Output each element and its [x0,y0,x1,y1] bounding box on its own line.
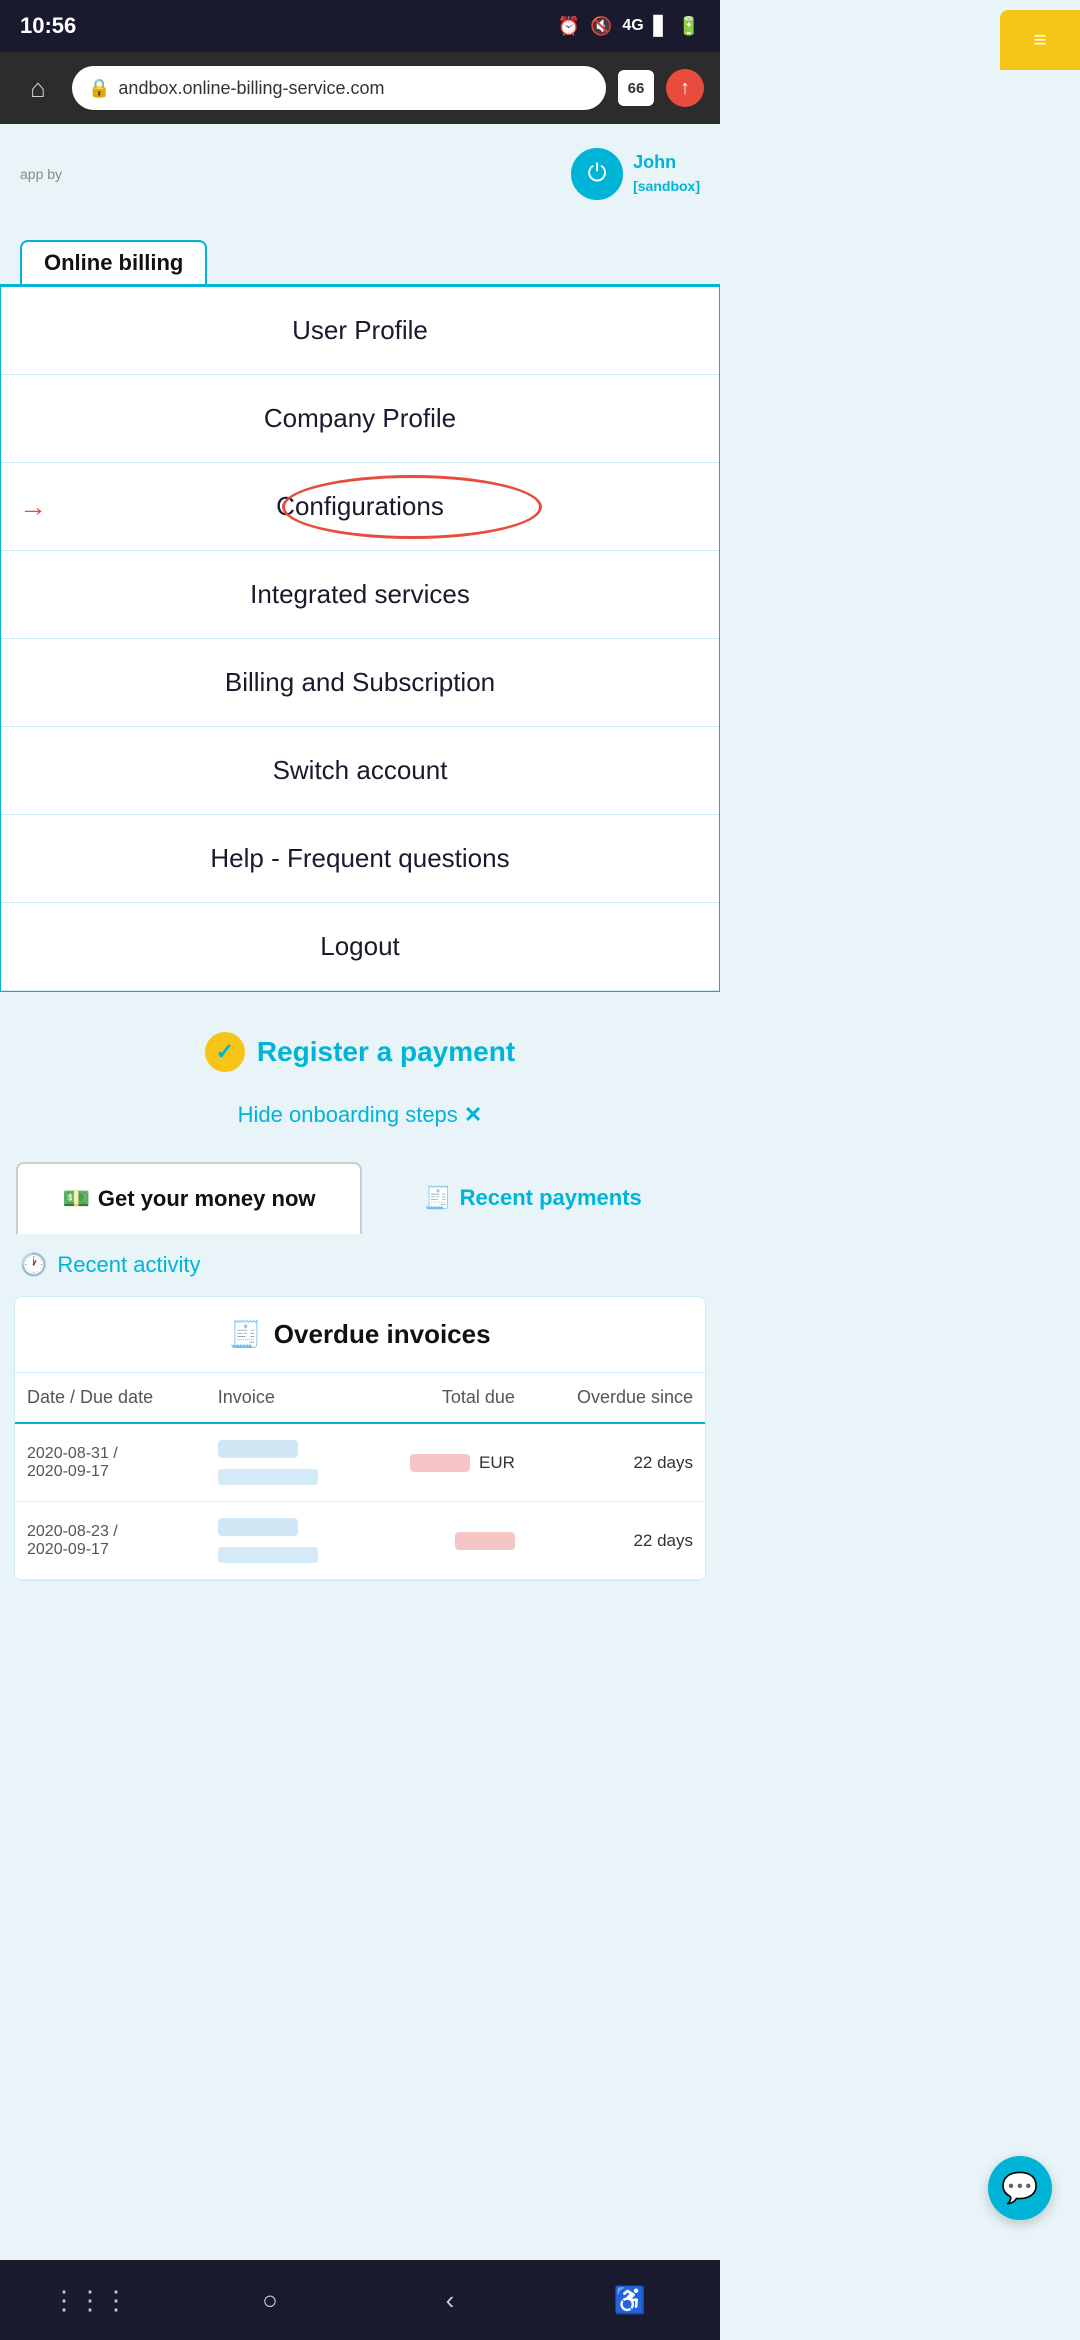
arrow-indicator: → [19,491,47,523]
url-bar[interactable]: 🔒 andbox.online-billing-service.com [72,66,606,110]
tab-recent-payments[interactable]: 🧾 Recent payments [362,1162,704,1234]
menu-item-logout[interactable]: Logout [1,903,719,991]
overdue-cell-2: 22 days [527,1502,705,1580]
menu-item-configurations[interactable]: → Configurations [1,463,719,551]
close-onboarding-icon[interactable]: ✕ [464,1102,482,1127]
dropdown-menu: User Profile Company Profile → Configura… [0,284,720,992]
table-row: 2020-08-31 / 2020-09-17 EUR 22 days [15,1423,705,1502]
app-header: app by ⏻ John[sandbox] [0,124,720,224]
battery-icon: 🔋 [678,16,700,37]
col-date: Date / Due date [15,1373,206,1423]
date-cell-2: 2020-08-23 / 2020-09-17 [15,1502,206,1580]
recent-activity[interactable]: 🕐 Recent activity [0,1234,720,1296]
bottom-nav: ⋮⋮⋮ ○ ‹ ♿ [0,2260,720,2340]
amount-cell-1: EUR [363,1423,527,1502]
date-cell-1: 2020-08-31 / 2020-09-17 [15,1423,206,1502]
invoice-table: Date / Due date Invoice Total due Overdu… [15,1373,705,1580]
home-button[interactable]: ⌂ [16,66,60,110]
invoice-icon: 🧾 [229,1319,261,1350]
nav-accessibility-icon[interactable]: ♿ [605,2275,655,2325]
tab-get-money[interactable]: 💵 Get your money now [16,1162,362,1234]
page-content: ✓ Register a payment Hide onboarding ste… [0,992,720,1601]
receipt-icon: 🧾 [424,1185,451,1211]
tabs-row: 💵 Get your money now 🧾 Recent payments [16,1162,704,1234]
col-invoice: Invoice [206,1373,364,1423]
invoice-cell-2 [206,1502,364,1580]
time-display: 10:56 [20,13,76,39]
check-icon: ✓ [205,1032,245,1072]
app-logo: app by [20,166,62,182]
alarm-icon: ⏰ [558,16,580,37]
lock-icon: 🔒 [88,78,110,99]
table-row: 2020-08-23 / 2020-09-17 22 days [15,1502,705,1580]
signal-icon: ▋ [654,16,668,37]
mute-icon: 🔇 [590,16,612,37]
browser-bar: ⌂ 🔒 andbox.online-billing-service.com 66… [0,52,720,124]
menu-item-help[interactable]: Help - Frequent questions [1,815,719,903]
menu-item-user-profile[interactable]: User Profile [1,287,719,375]
user-info[interactable]: ⏻ John[sandbox] [571,148,700,200]
upload-button[interactable]: ↑ [666,69,704,107]
status-bar: 10:56 ⏰ 🔇 4G ▋ 🔋 [0,0,720,52]
menu-item-company-profile[interactable]: Company Profile [1,375,719,463]
title-bar: Online billing ≡ [0,224,720,284]
url-text: andbox.online-billing-service.com [118,78,384,99]
status-icons: ⏰ 🔇 4G ▋ 🔋 [558,16,700,37]
nav-menu-icon[interactable]: ⋮⋮⋮ [65,2275,115,2325]
amount-cell-2 [363,1502,527,1580]
app-title-tab[interactable]: Online billing [20,240,207,284]
hide-onboarding[interactable]: Hide onboarding steps ✕ [0,1092,720,1152]
money-icon: 💵 [63,1186,90,1212]
menu-item-integrated-services[interactable]: Integrated services [1,551,719,639]
register-payment[interactable]: ✓ Register a payment [0,1012,720,1092]
yellow-button[interactable]: ≡ [1000,10,1080,70]
invoice-cell-1 [206,1423,364,1502]
menu-item-switch-account[interactable]: Switch account [1,727,719,815]
menu-item-billing-subscription[interactable]: Billing and Subscription [1,639,719,727]
chat-button[interactable]: 💬 [988,2156,1052,2220]
tab-count[interactable]: 66 [618,70,654,106]
col-overdue: Overdue since [527,1373,705,1423]
user-name: John[sandbox] [633,151,700,198]
power-button[interactable]: ⏻ [571,148,623,200]
nav-home-icon[interactable]: ○ [245,2275,295,2325]
clock-icon: 🕐 [20,1252,47,1278]
invoices-header: 🧾 Overdue invoices [15,1297,705,1373]
network-icon: 4G [622,17,643,35]
invoices-section: 🧾 Overdue invoices Date / Due date Invoi… [14,1296,706,1581]
app-by-label: app by [20,166,62,182]
chat-icon: 💬 [1001,2171,1038,2206]
col-total: Total due [363,1373,527,1423]
nav-back-icon[interactable]: ‹ [425,2275,475,2325]
overdue-cell-1: 22 days [527,1423,705,1502]
